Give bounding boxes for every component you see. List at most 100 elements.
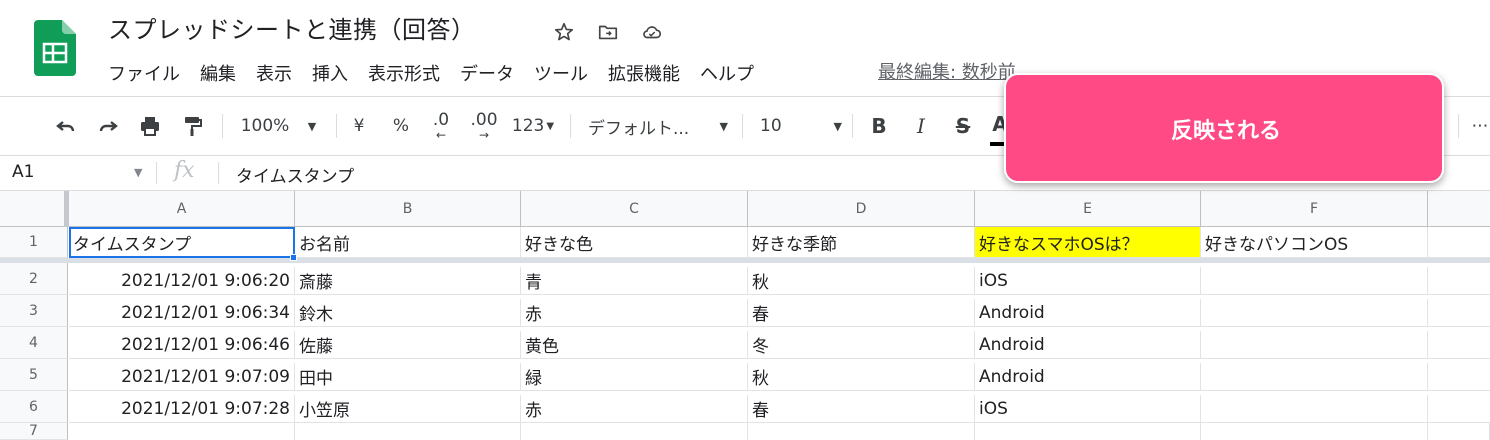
cell-c1[interactable]: 好きな色 [521,227,748,258]
cell-a2[interactable]: 2021/12/01 9:06:20 [69,267,295,295]
cell-b4[interactable]: 佐藤 [295,331,521,359]
menu-view[interactable]: 表示 [256,60,292,86]
cell-e3[interactable]: Android [975,299,1201,327]
cell-d5[interactable]: 秋 [748,363,975,391]
select-all-corner[interactable] [0,191,68,227]
zoom-select[interactable]: 100% [234,97,296,155]
cell-row7-col7[interactable] [1428,423,1490,440]
cell-f1[interactable]: 好きなパソコンOS [1201,227,1428,258]
undo-icon[interactable] [52,97,80,155]
print-icon[interactable] [136,97,164,155]
cell-c4[interactable]: 黄色 [521,331,748,359]
chevron-down-icon[interactable]: ▼ [134,166,142,179]
cell-row7-col3[interactable] [521,423,748,440]
row-header-4[interactable]: 4 [0,327,68,359]
cell-b3[interactable]: 鈴木 [295,299,521,327]
italic-button[interactable]: I [908,97,934,155]
cell-e1[interactable]: 好きなスマホOSは？ [975,227,1201,258]
row-header-2[interactable]: 2 [0,263,68,295]
cell-e6[interactable]: iOS [975,395,1201,423]
cell-c6[interactable]: 赤 [521,395,748,423]
document-title[interactable]: スプレッドシートと連携（回答） [108,10,476,45]
row-header-6[interactable]: 6 [0,391,68,423]
cell-b2[interactable]: 斎藤 [295,267,521,295]
increase-decimal-button[interactable]: .00 → [466,97,502,155]
menu-help[interactable]: ヘルプ [700,60,754,86]
cell-a3[interactable]: 2021/12/01 9:06:34 [69,299,295,327]
cell-row7-col4[interactable] [748,423,975,440]
cell-b1[interactable]: お名前 [295,227,521,258]
cell-f3[interactable] [1201,299,1428,327]
cell-g4[interactable] [1428,331,1490,359]
cell-f6[interactable] [1201,395,1428,423]
cell-a1[interactable]: タイムスタンプ [69,227,295,258]
cell-g1[interactable] [1428,227,1490,258]
cell-d3[interactable]: 春 [748,299,975,327]
sheets-logo-icon[interactable] [34,20,76,76]
decrease-decimal-button[interactable]: .0 ← [424,97,458,155]
cell-g3[interactable] [1428,299,1490,327]
menu-extensions[interactable]: 拡張機能 [608,60,680,86]
last-edit-link[interactable]: 最終編集: 数秒前 [878,58,1016,84]
cell-d6[interactable]: 春 [748,395,975,423]
cell-row7-col6[interactable] [1201,423,1428,440]
font-family-select[interactable]: デフォルト... ▼ [588,97,728,155]
frozen-column-handle[interactable] [64,191,69,227]
row-header-1[interactable]: 1 [0,227,68,258]
column-header-empty[interactable] [1428,191,1490,227]
redo-icon[interactable] [94,97,122,155]
cell-g2[interactable] [1428,267,1490,295]
font-size-select[interactable]: 10 ▼ [760,97,842,155]
cell-e4[interactable]: Android [975,331,1201,359]
cell-a6[interactable]: 2021/12/01 9:07:28 [69,395,295,423]
currency-format-button[interactable]: ¥ [346,97,372,155]
cell-f5[interactable] [1201,363,1428,391]
column-header-b[interactable]: B [295,191,521,227]
cell-row7-col1[interactable] [69,423,295,440]
cell-a4[interactable]: 2021/12/01 9:06:46 [69,331,295,359]
formula-input[interactable]: タイムスタンプ [236,162,354,187]
row-header-7[interactable]: 7 [0,423,68,440]
cell-e5[interactable]: Android [975,363,1201,391]
cell-c2[interactable]: 青 [521,267,748,295]
menu-data[interactable]: データ [460,60,514,86]
more-options-icon[interactable]: ⋯ [1470,97,1490,155]
cell-row7-col2[interactable] [295,423,521,440]
bold-button[interactable]: B [866,97,892,155]
column-header-e[interactable]: E [975,191,1201,227]
cell-g5[interactable] [1428,363,1490,391]
cell-b6[interactable]: 小笠原 [295,395,521,423]
strikethrough-button[interactable]: S [950,97,976,155]
star-icon[interactable] [552,20,576,44]
cell-f2[interactable] [1201,267,1428,295]
percent-format-button[interactable]: % [388,97,414,155]
cell-c3[interactable]: 赤 [521,299,748,327]
cell-d1[interactable]: 好きな季節 [748,227,975,258]
cell-c5[interactable]: 緑 [521,363,748,391]
menu-insert[interactable]: 挿入 [312,60,348,86]
column-header-f[interactable]: F [1201,191,1428,227]
column-header-d[interactable]: D [748,191,975,227]
cell-e2[interactable]: iOS [975,267,1201,295]
cloud-status-icon[interactable] [640,20,664,44]
cell-a5[interactable]: 2021/12/01 9:07:09 [69,363,295,391]
paint-format-icon[interactable] [178,97,206,155]
zoom-chevron-down-icon[interactable]: ▼ [300,97,324,155]
menu-tools[interactable]: ツール [534,60,588,86]
name-box[interactable]: A1 [12,162,34,182]
frozen-row-divider[interactable] [0,258,1490,263]
menu-format[interactable]: 表示形式 [368,60,440,86]
cell-row7-col5[interactable] [975,423,1201,440]
cell-d4[interactable]: 冬 [748,331,975,359]
cell-b5[interactable]: 田中 [295,363,521,391]
cell-d2[interactable]: 秋 [748,267,975,295]
row-header-3[interactable]: 3 [0,295,68,327]
fill-handle[interactable] [290,254,297,261]
menu-file[interactable]: ファイル [108,60,180,86]
more-formats-button[interactable]: 123 ▼ [508,97,558,155]
menu-edit[interactable]: 編集 [200,60,236,86]
column-header-c[interactable]: C [521,191,748,227]
cell-g6[interactable] [1428,395,1490,423]
row-header-5[interactable]: 5 [0,359,68,391]
column-header-a[interactable]: A [69,191,295,227]
